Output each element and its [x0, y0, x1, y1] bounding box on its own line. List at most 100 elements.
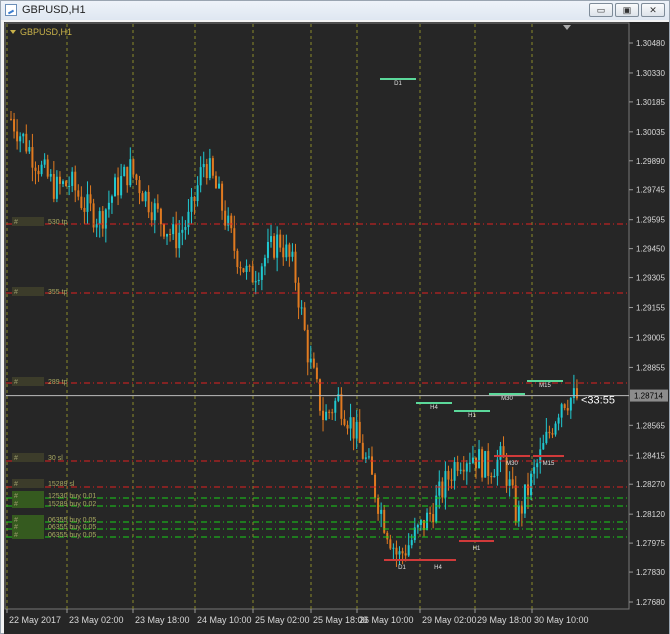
price-axis-label: 1.28270: [636, 480, 665, 489]
current-price-label: 1.28714: [634, 392, 663, 401]
candle-body: [474, 457, 477, 469]
level-label-mark: #: [14, 289, 18, 296]
close-button[interactable]: ✕: [641, 3, 665, 17]
candle-body: [496, 459, 499, 476]
candle-body: [98, 211, 101, 225]
level-label-mark: #: [14, 455, 18, 462]
candle-body: [374, 474, 377, 498]
level-label-mark: #: [14, 481, 18, 488]
candle-body: [138, 180, 141, 194]
candle-body: [187, 211, 190, 228]
candle-body: [542, 443, 545, 450]
candle-body: [352, 417, 355, 439]
candle-body: [536, 463, 539, 468]
level-label-text: 12530 buy 0.01: [48, 493, 96, 500]
candle-body: [254, 281, 257, 283]
candle-body: [508, 479, 511, 486]
candle-body: [208, 158, 211, 179]
price-chart[interactable]: 1.30480 1.30330 1.30185 1.30035 1.29890 1.297…: [4, 22, 669, 634]
candle-body: [530, 473, 533, 496]
candle-body: [218, 183, 221, 189]
level-label-mark: #: [14, 493, 18, 500]
candle-body: [46, 159, 49, 177]
candle-body: [478, 449, 481, 469]
candle-body: [517, 505, 520, 522]
candle-body: [144, 191, 147, 202]
candle-body: [205, 164, 208, 179]
candle-body: [120, 176, 123, 196]
candle-body: [65, 181, 68, 187]
candle-body: [62, 181, 65, 184]
candle-body: [533, 467, 536, 474]
candle-body: [334, 400, 337, 413]
time-axis-label: 25 May 02:00: [255, 615, 310, 625]
candle-body: [297, 282, 300, 308]
candle-body: [248, 265, 251, 267]
candle-body: [465, 463, 468, 472]
candle-body: [318, 379, 321, 411]
candle-body: [429, 512, 432, 515]
level-label-text: 289 tp: [48, 379, 68, 386]
candle-body: [453, 462, 456, 481]
timeframe-level-label: D1: [398, 565, 406, 571]
candle-body: [242, 268, 245, 272]
candle-body: [196, 185, 199, 202]
candle-body: [166, 234, 169, 237]
candle-body: [557, 417, 560, 424]
timeframe-level-label: H4: [434, 565, 442, 571]
candle-body: [172, 224, 175, 235]
level-label-text: 355 tp: [48, 289, 68, 296]
candle-body: [19, 136, 22, 142]
candle-body: [303, 307, 306, 330]
candle-body: [68, 185, 71, 187]
price-axis-label: 1.28855: [636, 363, 665, 372]
candle-body: [392, 547, 395, 549]
price-axis-label: 1.30480: [636, 39, 665, 48]
candle-body: [291, 251, 294, 257]
price-axis-label: 1.29005: [636, 333, 665, 342]
candle-body: [40, 164, 43, 175]
level-label-mark: #: [14, 379, 18, 386]
candle-body: [117, 177, 120, 196]
candle-body: [257, 279, 260, 282]
candle-body: [199, 167, 202, 186]
candle-body: [551, 433, 554, 435]
price-axis-label: 1.29595: [636, 216, 665, 225]
candle-body: [175, 224, 178, 249]
candle-body: [468, 462, 471, 464]
candle-body: [86, 194, 89, 212]
minimize-button[interactable]: ▭: [589, 3, 613, 17]
candle-body: [337, 393, 340, 401]
candle-body: [358, 421, 361, 443]
price-axis-label: 1.30035: [636, 128, 665, 137]
candle-body: [548, 431, 551, 434]
candle-body: [432, 514, 435, 523]
candle-body: [325, 411, 328, 421]
price-axis-label: 1.28120: [636, 510, 665, 519]
candle-body: [306, 329, 309, 363]
candle-body: [404, 553, 407, 556]
level-label-mark: #: [14, 524, 18, 531]
candle-body: [114, 177, 117, 197]
chart-icon: [5, 4, 17, 16]
candle-body: [221, 183, 224, 211]
timeframe-level-label: D1: [394, 81, 402, 87]
time-axis-label: 23 May 18:00: [135, 615, 190, 625]
candle-body: [89, 194, 92, 204]
timeframe-level-label: H1: [473, 546, 481, 552]
timeframe-level-label: M15: [539, 383, 551, 389]
candle-body: [575, 388, 578, 399]
candle-body: [514, 485, 517, 522]
candle-body: [444, 471, 447, 498]
candle-body: [110, 196, 113, 203]
candle-body: [355, 421, 358, 439]
candle-body: [233, 228, 236, 251]
candle-body: [156, 203, 159, 209]
restore-button[interactable]: ▣: [615, 3, 639, 17]
timeframe-level-label: H4: [430, 405, 438, 411]
candle-body: [566, 408, 569, 411]
candle-body: [462, 469, 465, 472]
price-axis-label: 1.30330: [636, 69, 665, 78]
candle-body: [43, 159, 46, 165]
title-bar[interactable]: GBPUSD,H1 ▭ ▣ ✕: [1, 1, 669, 20]
